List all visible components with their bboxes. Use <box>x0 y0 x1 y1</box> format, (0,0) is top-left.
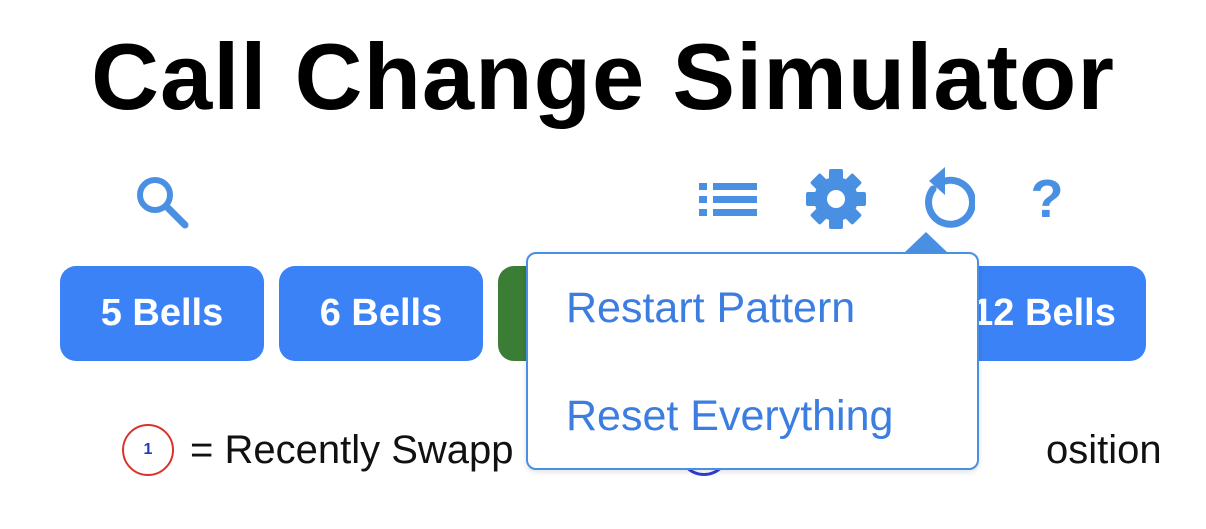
restart-menu: Restart Pattern Reset Everything <box>526 252 979 470</box>
bell-button-6[interactable]: 6 Bells <box>279 266 483 361</box>
legend-swapped-text: = Recently Swapp <box>190 427 514 472</box>
restart-pattern-item[interactable]: Restart Pattern <box>566 284 855 333</box>
legend-home-text: osition <box>1046 427 1162 472</box>
settings-button[interactable] <box>800 164 872 234</box>
search-icon <box>137 177 189 229</box>
search-button[interactable] <box>126 168 196 234</box>
bell-button-5[interactable]: 5 Bells <box>60 266 264 361</box>
help-button[interactable]: ? <box>1012 166 1082 232</box>
restart-icon <box>925 167 975 228</box>
restart-button[interactable] <box>908 164 978 234</box>
reset-everything-item[interactable]: Reset Everything <box>566 392 893 441</box>
swapped-bell-marker: 1 <box>122 424 174 476</box>
list-button[interactable] <box>692 170 764 230</box>
popover-arrow <box>904 232 948 253</box>
help-icon: ? <box>1030 169 1064 229</box>
legend-swapped: 1 = Recently Swapp <box>122 420 514 480</box>
list-icon <box>699 183 757 216</box>
page-title: Call Change Simulator <box>91 24 1115 129</box>
gear-icon <box>806 169 866 229</box>
